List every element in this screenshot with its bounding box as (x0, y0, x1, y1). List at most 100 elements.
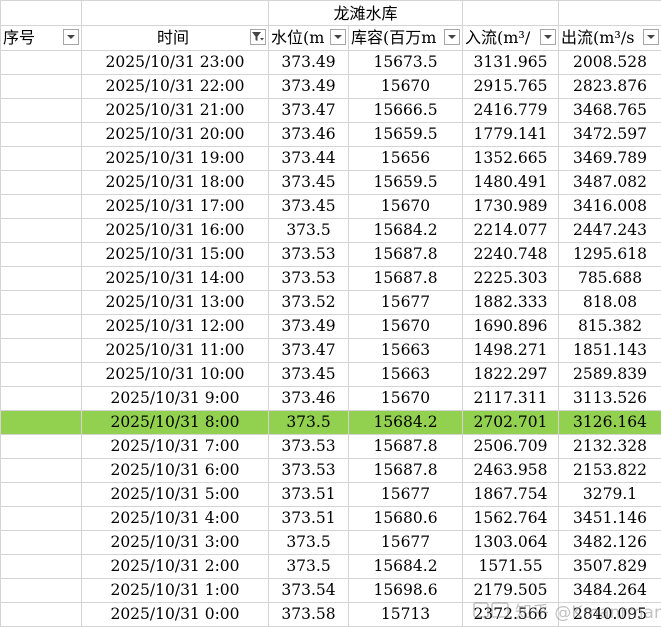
cell-level[interactable]: 373.52 (269, 291, 349, 315)
cell-blank[interactable] (82, 1, 269, 26)
cell-storage[interactable]: 15684.2 (349, 219, 463, 243)
cell-inflow[interactable]: 2372.566 (463, 603, 559, 627)
cell-seq[interactable] (1, 531, 82, 555)
header-time[interactable]: 时间 (82, 26, 269, 51)
cell-outflow[interactable]: 2447.243 (559, 219, 661, 243)
cell-inflow[interactable]: 1882.333 (463, 291, 559, 315)
cell-storage[interactable]: 15656 (349, 147, 463, 171)
cell-level[interactable]: 373.58 (269, 603, 349, 627)
cell-outflow[interactable]: 3484.264 (559, 579, 661, 603)
cell-outflow[interactable]: 3279.1 (559, 483, 661, 507)
cell-inflow[interactable]: 1303.064 (463, 531, 559, 555)
cell-storage[interactable]: 15659.5 (349, 171, 463, 195)
cell-level[interactable]: 373.54 (269, 579, 349, 603)
cell-storage[interactable]: 15680.6 (349, 507, 463, 531)
cell-level[interactable]: 373.5 (269, 219, 349, 243)
cell-time[interactable]: 2025/10/31 16:00 (82, 219, 269, 243)
sheet-title[interactable]: 龙滩水库 (269, 1, 463, 26)
cell-time[interactable]: 2025/10/31 6:00 (82, 459, 269, 483)
cell-storage[interactable]: 15670 (349, 75, 463, 99)
cell-storage[interactable]: 15673.5 (349, 51, 463, 75)
cell-seq[interactable] (1, 75, 82, 99)
cell-outflow[interactable]: 3482.126 (559, 531, 661, 555)
cell-storage[interactable]: 15687.8 (349, 267, 463, 291)
cell-outflow[interactable]: 3468.765 (559, 99, 661, 123)
cell-inflow[interactable]: 2416.779 (463, 99, 559, 123)
cell-inflow[interactable]: 1779.141 (463, 123, 559, 147)
cell-level[interactable]: 373.5 (269, 411, 349, 435)
cell-level[interactable]: 373.51 (269, 483, 349, 507)
header-storage[interactable]: 库容(百万m (349, 26, 463, 51)
header-seq[interactable]: 序号 (1, 26, 82, 51)
cell-level[interactable]: 373.49 (269, 315, 349, 339)
cell-time[interactable]: 2025/10/31 10:00 (82, 363, 269, 387)
cell-time[interactable]: 2025/10/31 14:00 (82, 267, 269, 291)
cell-outflow[interactable]: 1851.143 (559, 339, 661, 363)
cell-inflow[interactable]: 1730.989 (463, 195, 559, 219)
cell-inflow[interactable]: 1352.665 (463, 147, 559, 171)
cell-storage[interactable]: 15684.2 (349, 555, 463, 579)
cell-time[interactable]: 2025/10/31 0:00 (82, 603, 269, 627)
cell-blank[interactable] (559, 1, 661, 26)
filter-funnel-icon[interactable] (250, 29, 266, 45)
cell-time[interactable]: 2025/10/31 17:00 (82, 195, 269, 219)
cell-outflow[interactable]: 785.688 (559, 267, 661, 291)
cell-time[interactable]: 2025/10/31 5:00 (82, 483, 269, 507)
cell-storage[interactable]: 15677 (349, 483, 463, 507)
cell-outflow[interactable]: 3507.829 (559, 555, 661, 579)
cell-level[interactable]: 373.49 (269, 75, 349, 99)
cell-storage[interactable]: 15684.2 (349, 411, 463, 435)
cell-seq[interactable] (1, 435, 82, 459)
cell-inflow[interactable]: 2214.077 (463, 219, 559, 243)
cell-time[interactable]: 2025/10/31 8:00 (82, 411, 269, 435)
cell-outflow[interactable]: 2132.328 (559, 435, 661, 459)
cell-time[interactable]: 2025/10/31 20:00 (82, 123, 269, 147)
cell-seq[interactable] (1, 123, 82, 147)
cell-seq[interactable] (1, 219, 82, 243)
cell-time[interactable]: 2025/10/31 23:00 (82, 51, 269, 75)
cell-level[interactable]: 373.5 (269, 555, 349, 579)
cell-time[interactable]: 2025/10/31 11:00 (82, 339, 269, 363)
cell-inflow[interactable]: 1571.55 (463, 555, 559, 579)
cell-time[interactable]: 2025/10/31 22:00 (82, 75, 269, 99)
cell-storage[interactable]: 15670 (349, 315, 463, 339)
cell-storage[interactable]: 15713 (349, 603, 463, 627)
cell-level[interactable]: 373.53 (269, 459, 349, 483)
cell-storage[interactable]: 15687.8 (349, 435, 463, 459)
cell-seq[interactable] (1, 603, 82, 627)
cell-seq[interactable] (1, 387, 82, 411)
cell-seq[interactable] (1, 411, 82, 435)
cell-level[interactable]: 373.47 (269, 99, 349, 123)
cell-time[interactable]: 2025/10/31 13:00 (82, 291, 269, 315)
cell-seq[interactable] (1, 555, 82, 579)
cell-inflow[interactable]: 1822.297 (463, 363, 559, 387)
cell-time[interactable]: 2025/10/31 2:00 (82, 555, 269, 579)
cell-time[interactable]: 2025/10/31 21:00 (82, 99, 269, 123)
cell-storage[interactable]: 15677 (349, 531, 463, 555)
cell-inflow[interactable]: 2117.311 (463, 387, 559, 411)
cell-time[interactable]: 2025/10/31 19:00 (82, 147, 269, 171)
cell-outflow[interactable]: 2823.876 (559, 75, 661, 99)
cell-seq[interactable] (1, 147, 82, 171)
cell-outflow[interactable]: 2840.095 (559, 603, 661, 627)
cell-storage[interactable]: 15666.5 (349, 99, 463, 123)
cell-time[interactable]: 2025/10/31 15:00 (82, 243, 269, 267)
cell-storage[interactable]: 15659.5 (349, 123, 463, 147)
cell-level[interactable]: 373.44 (269, 147, 349, 171)
cell-seq[interactable] (1, 243, 82, 267)
cell-storage[interactable]: 15687.8 (349, 459, 463, 483)
cell-level[interactable]: 373.53 (269, 267, 349, 291)
cell-seq[interactable] (1, 291, 82, 315)
cell-level[interactable]: 373.46 (269, 123, 349, 147)
cell-level[interactable]: 373.51 (269, 507, 349, 531)
dropdown-arrow-icon[interactable] (540, 29, 556, 45)
cell-outflow[interactable]: 3416.008 (559, 195, 661, 219)
cell-seq[interactable] (1, 171, 82, 195)
cell-inflow[interactable]: 1480.491 (463, 171, 559, 195)
cell-storage[interactable]: 15698.6 (349, 579, 463, 603)
header-outflow[interactable]: 出流(m³/s (559, 26, 661, 51)
cell-inflow[interactable]: 1690.896 (463, 315, 559, 339)
cell-seq[interactable] (1, 51, 82, 75)
cell-inflow[interactable]: 2240.748 (463, 243, 559, 267)
cell-seq[interactable] (1, 483, 82, 507)
